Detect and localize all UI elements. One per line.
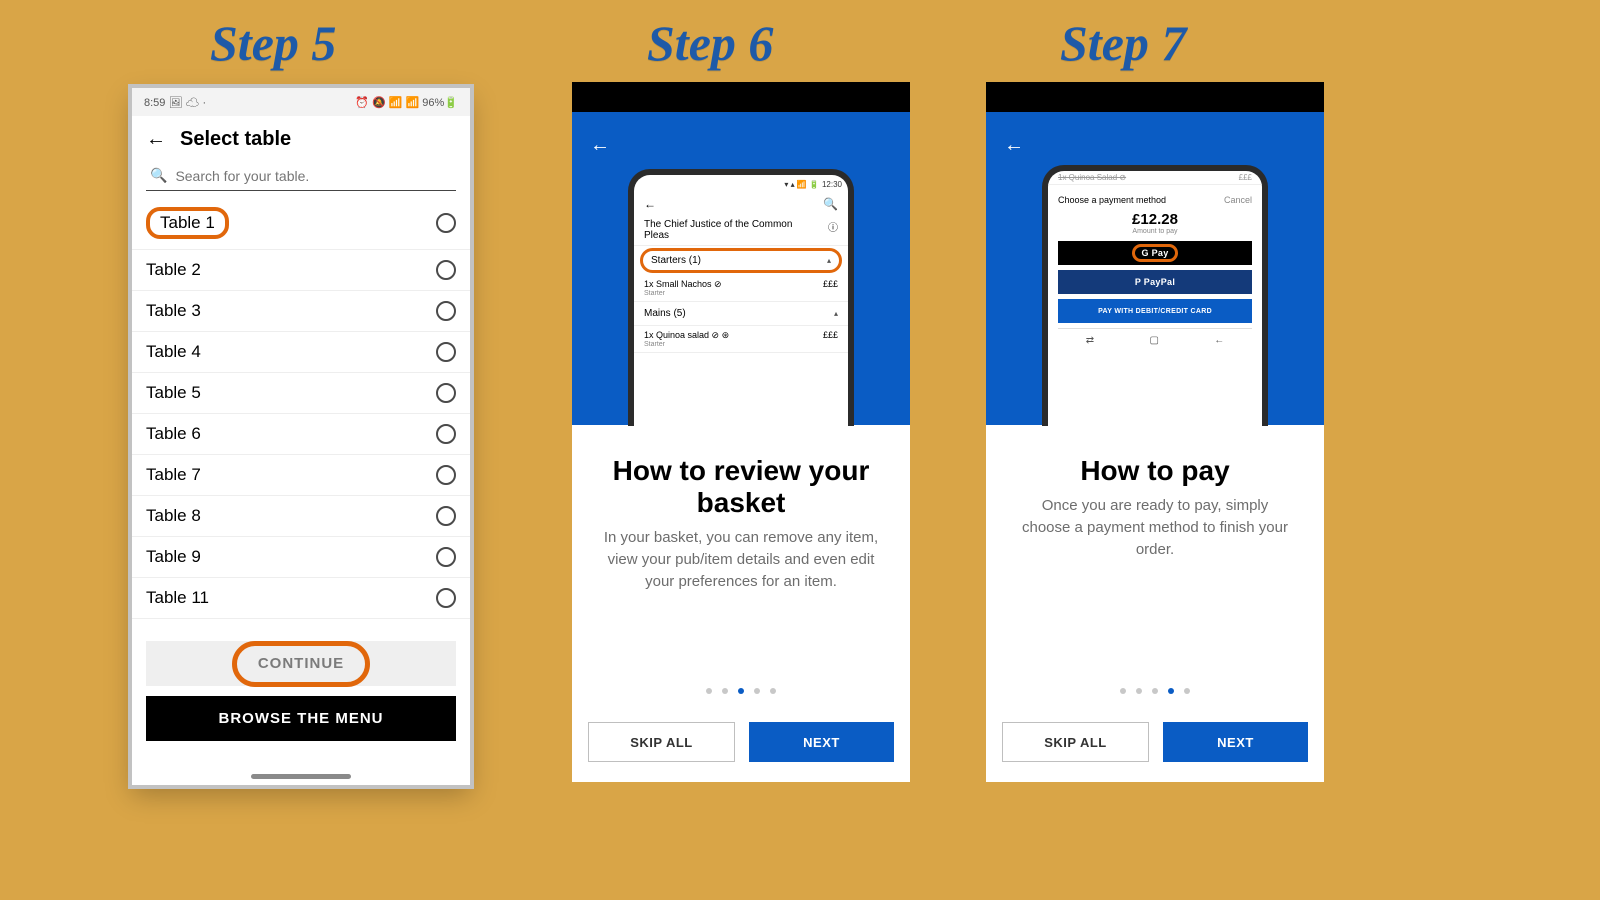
radio-icon[interactable] [436, 547, 456, 567]
back-icon[interactable]: ← [1004, 134, 1024, 157]
back-icon[interactable]: ← [146, 128, 166, 151]
removed-item-row: 1x Quinoa Salad ⊘£££ [1048, 171, 1262, 185]
highlight-gpay: G Pay [1132, 244, 1177, 262]
home-icon[interactable]: ▢ [1149, 335, 1158, 346]
step-7-title: Step 7 [1060, 14, 1186, 72]
continue-button[interactable]: CONTINUE [146, 641, 456, 686]
status-bar: 8:59 🖼 ☁ · ⏰ 🔕 📶 📶 96%🔋 [132, 88, 470, 116]
radio-icon[interactable] [436, 213, 456, 233]
table-row[interactable]: Table 6 [132, 414, 470, 455]
home-bar [251, 774, 351, 779]
top-black-bar [986, 82, 1324, 112]
inner-phone-preview: 1x Quinoa Salad ⊘£££ Choose a payment me… [1042, 165, 1268, 426]
radio-icon[interactable] [436, 383, 456, 403]
info-icon[interactable]: ⓘ [828, 219, 838, 234]
inner-search-icon[interactable]: 🔍 [823, 197, 838, 211]
paypal-button[interactable]: P PayPal [1058, 270, 1252, 294]
status-time: 8:59 🖼 ☁ · [144, 96, 206, 109]
highlighted-table: Table 1 [146, 207, 229, 239]
table-row[interactable]: Table 8 [132, 496, 470, 537]
table-row[interactable]: Table 3 [132, 291, 470, 332]
payment-header: Choose a payment method [1058, 195, 1166, 205]
radio-icon[interactable] [436, 506, 456, 526]
step-6-title: Step 6 [647, 14, 773, 72]
table-row[interactable]: Table 5 [132, 373, 470, 414]
page-dots [986, 688, 1324, 694]
recent-icon[interactable]: ⇄ [1086, 335, 1094, 346]
step5-screen: 8:59 🖼 ☁ · ⏰ 🔕 📶 📶 96%🔋 ← Select table 🔍… [132, 88, 470, 785]
mains-section[interactable]: Mains (5)▴ [634, 302, 848, 326]
onboarding-description: Once you are ready to pay, simply choose… [1016, 495, 1294, 560]
next-button[interactable]: NEXT [1163, 722, 1308, 762]
step-5-title: Step 5 [210, 14, 336, 72]
status-right: ⏰ 🔕 📶 📶 96%🔋 [355, 96, 458, 109]
item-price: £££ [823, 330, 838, 348]
radio-icon[interactable] [436, 424, 456, 444]
browse-menu-button[interactable]: BROWSE THE MENU [146, 696, 456, 741]
onboarding-description: In your basket, you can remove any item,… [602, 527, 880, 592]
radio-icon[interactable] [436, 588, 456, 608]
pay-card-button[interactable]: PAY WITH DEBIT/CREDIT CARD [1058, 299, 1252, 323]
amount-label: Amount to pay [1058, 228, 1252, 235]
basket-item[interactable]: 1x Quinoa salad ⊘ ⊛Starter£££ [634, 326, 848, 353]
chevron-up-icon: ▴ [827, 256, 831, 265]
table-row[interactable]: Table 2 [132, 250, 470, 291]
table-row[interactable]: Table 7 [132, 455, 470, 496]
android-nav-bar: ⇄ ▢ ← [1058, 328, 1252, 351]
amount-value: £12.28 [1058, 211, 1252, 228]
search-icon: 🔍 [150, 167, 167, 184]
chevron-up-icon: ▴ [834, 309, 838, 318]
radio-icon[interactable] [436, 301, 456, 321]
inner-back-icon[interactable]: ← [644, 197, 656, 211]
radio-icon[interactable] [436, 342, 456, 362]
radio-icon[interactable] [436, 465, 456, 485]
gpay-button[interactable]: G Pay [1058, 241, 1252, 265]
step7-screen: ← 1x Quinoa Salad ⊘£££ Choose a payment … [986, 82, 1324, 782]
radio-icon[interactable] [436, 260, 456, 280]
next-button[interactable]: NEXT [749, 722, 894, 762]
table-row[interactable]: Table 11 [132, 578, 470, 619]
top-black-bar [572, 82, 910, 112]
page-dots [572, 688, 910, 694]
table-list: Table 1 Table 2 Table 3 Table 4 Table 5 … [132, 197, 470, 619]
inner-status-bar: ▾ ▴ 📶 🔋 12:30 [634, 175, 848, 193]
basket-item[interactable]: 1x Small Nachos ⊘Starter£££ [634, 275, 848, 302]
page-title: Select table [180, 128, 291, 151]
item-price: £££ [823, 279, 838, 297]
step6-screen: ← ▾ ▴ 📶 🔋 12:30 ← 🔍 The Chief Justice of … [572, 82, 910, 782]
search-input[interactable] [175, 168, 452, 184]
onboarding-title: How to pay [1016, 455, 1294, 487]
table-row[interactable]: Table 1 [132, 197, 470, 250]
starters-section[interactable]: Starters (1)▴ [640, 248, 842, 273]
back-nav-icon[interactable]: ← [1214, 335, 1224, 346]
table-row[interactable]: Table 4 [132, 332, 470, 373]
skip-all-button[interactable]: SKIP ALL [1002, 722, 1149, 762]
highlight-oval [232, 641, 370, 687]
venue-name: The Chief Justice of the Common Pleas [644, 219, 804, 241]
back-icon[interactable]: ← [590, 134, 610, 157]
inner-phone-preview: ▾ ▴ 📶 🔋 12:30 ← 🔍 The Chief Justice of th… [628, 169, 854, 426]
onboarding-title: How to review your basket [602, 455, 880, 519]
skip-all-button[interactable]: SKIP ALL [588, 722, 735, 762]
table-row[interactable]: Table 9 [132, 537, 470, 578]
cancel-link[interactable]: Cancel [1224, 195, 1252, 205]
